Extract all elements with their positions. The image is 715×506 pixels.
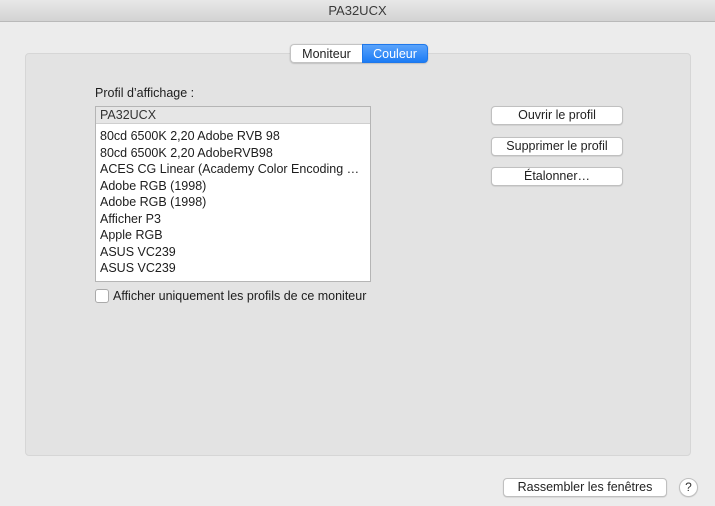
profile-list[interactable]: PA32UCX 80cd 6500K 2,20 Adobe RVB 98 80cd… — [95, 106, 371, 282]
profile-list-item[interactable]: ASUS VC239 — [96, 260, 366, 277]
profile-list-item[interactable]: 80cd 6500K 2,20 Adobe RVB 98 — [96, 128, 366, 145]
monitor-only-checkbox[interactable] — [95, 289, 109, 303]
profile-list-item[interactable]: ACES CG Linear (Academy Color Encoding S… — [96, 161, 366, 178]
tab-moniteur[interactable]: Moniteur — [290, 44, 362, 63]
tab-couleur[interactable]: Couleur — [362, 44, 428, 63]
profile-list-item[interactable]: Adobe RGB (1998) — [96, 178, 366, 195]
profile-list-item[interactable]: ASUS VC239 — [96, 244, 366, 261]
tab-bar: Moniteur Couleur — [290, 44, 428, 63]
open-profile-button[interactable]: Ouvrir le profil — [491, 106, 623, 125]
profile-label: Profil d’affichage : — [95, 86, 195, 100]
monitor-only-option[interactable]: Afficher uniquement les profils de ce mo… — [95, 289, 366, 303]
profile-list-item[interactable]: Adobe RGB (1998) — [96, 194, 366, 211]
selected-profile[interactable]: PA32UCX — [96, 107, 370, 124]
delete-profile-button[interactable]: Supprimer le profil — [491, 137, 623, 156]
profile-list-item[interactable]: Afficher P3 — [96, 211, 366, 228]
profile-items: 80cd 6500K 2,20 Adobe RVB 98 80cd 6500K 2… — [96, 124, 370, 277]
help-button[interactable]: ? — [679, 478, 698, 497]
profile-list-item[interactable]: 80cd 6500K 2,20 AdobeRVB98 — [96, 145, 366, 162]
calibrate-button[interactable]: Étalonner… — [491, 167, 623, 186]
monitor-only-label[interactable]: Afficher uniquement les profils de ce mo… — [113, 289, 366, 303]
profile-list-item[interactable]: Apple RGB — [96, 227, 366, 244]
gather-windows-button[interactable]: Rassembler les fenêtres — [503, 478, 667, 497]
window-title: PA32UCX — [0, 0, 715, 22]
